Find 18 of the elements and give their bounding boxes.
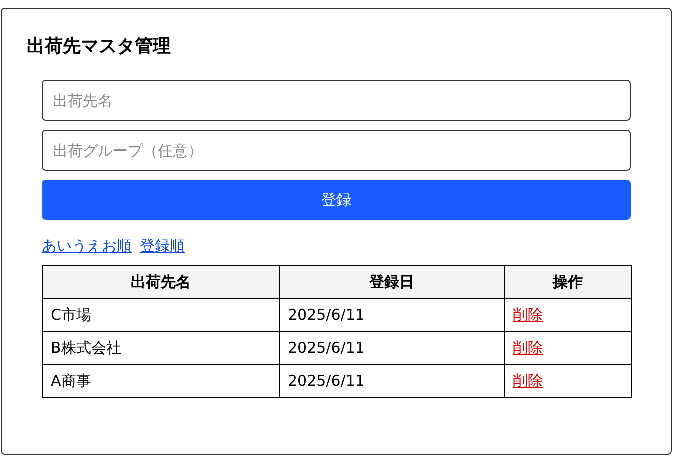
table-cell: C市場 — [42, 298, 280, 332]
table-cell: B株式会社 — [42, 332, 280, 364]
group-field[interactable]: 出荷グループ（任意） — [42, 130, 631, 171]
name-field[interactable]: 出荷先名 — [42, 80, 631, 121]
delete-link[interactable]: 削除 — [513, 372, 543, 390]
page-title: 出荷先マスタ管理 — [27, 35, 172, 59]
delete-link[interactable]: 削除 — [513, 306, 543, 324]
table-cell: 2025/6/11 — [280, 364, 504, 398]
table-cell: 2025/6/11 — [280, 298, 504, 332]
table-cell: A商事 — [42, 364, 280, 398]
delete-link[interactable]: 削除 — [513, 338, 543, 356]
column-header: 操作 — [504, 266, 632, 298]
sort-link[interactable]: あいうえお順 — [42, 237, 132, 256]
sort-link[interactable]: 登録順 — [140, 237, 185, 256]
table-cell: 2025/6/11 — [280, 332, 504, 364]
register-button[interactable]: 登録 — [42, 180, 631, 220]
column-header: 登録日 — [280, 266, 504, 298]
column-header: 出荷先名 — [42, 266, 280, 298]
